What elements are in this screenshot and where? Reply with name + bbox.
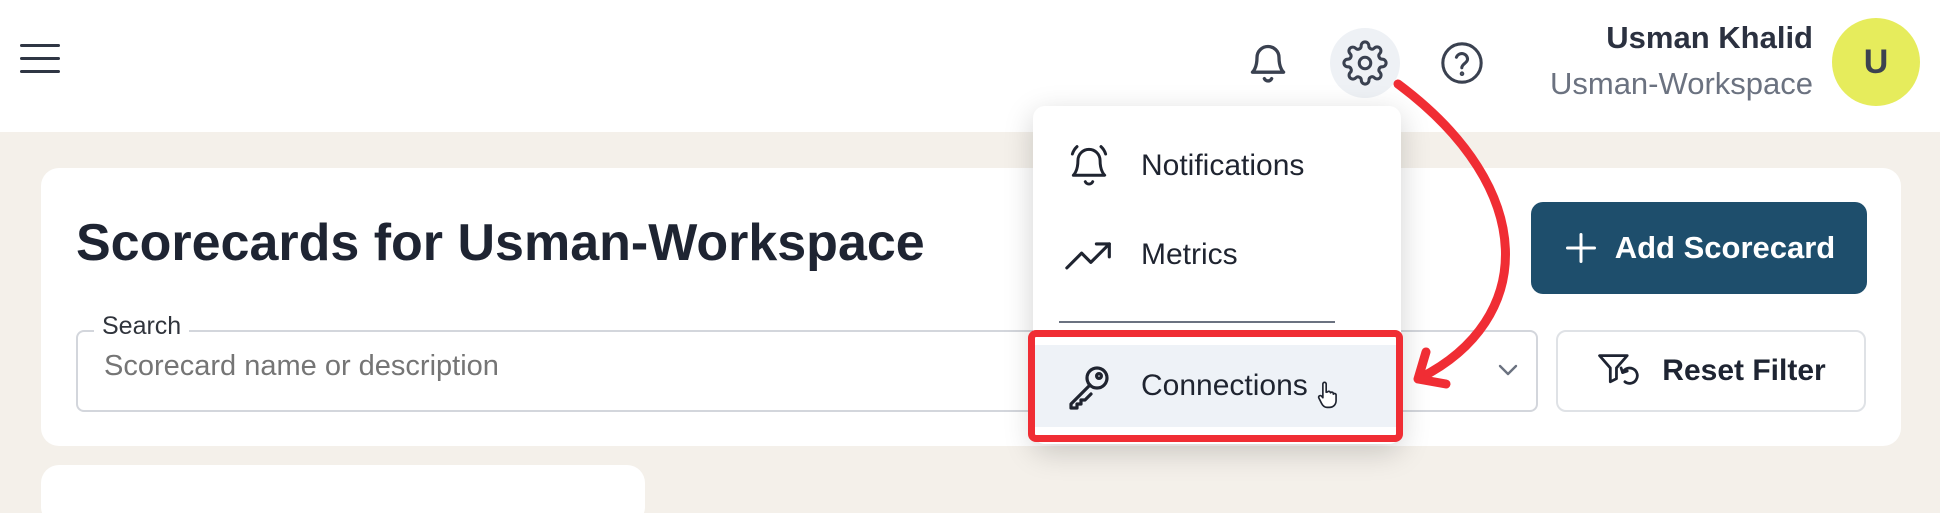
user-name: Usman Khalid [1606, 20, 1813, 55]
trending-up-icon [1061, 238, 1117, 272]
settings-gear-icon[interactable] [1330, 28, 1400, 98]
menu-item-notifications[interactable]: Notifications [1033, 125, 1401, 207]
scorecard-tile [41, 465, 645, 513]
search-label: Search [94, 312, 190, 341]
help-icon[interactable] [1427, 28, 1497, 98]
metrics-label: Metrics [1141, 238, 1238, 271]
plus-icon [1565, 233, 1596, 263]
add-scorecard-button[interactable]: Add Scorecard [1531, 202, 1867, 294]
filter-reset-icon [1598, 354, 1639, 385]
reset-filter-label: Reset Filter [1662, 354, 1826, 387]
menu-item-metrics[interactable]: Metrics [1033, 214, 1401, 296]
search-input[interactable] [104, 350, 904, 383]
annotation-highlight-box [1028, 330, 1403, 442]
workspace-name: Usman-Workspace [1549, 66, 1813, 101]
avatar[interactable]: U [1832, 18, 1920, 106]
add-scorecard-label: Add Scorecard [1614, 230, 1836, 265]
chevron-down-icon[interactable] [1496, 362, 1520, 378]
menu-icon[interactable] [20, 44, 62, 80]
page-title: Scorecards for Usman-Workspace [76, 214, 925, 272]
top-bar: Usman Khalid Usman-Workspace U [0, 0, 1940, 132]
menu-divider [1059, 321, 1335, 323]
reset-filter-button[interactable]: Reset Filter [1556, 330, 1866, 412]
notifications-label: Notifications [1141, 149, 1305, 182]
notifications-bell-icon[interactable] [1233, 28, 1303, 98]
bell-outline-icon [1061, 142, 1117, 190]
